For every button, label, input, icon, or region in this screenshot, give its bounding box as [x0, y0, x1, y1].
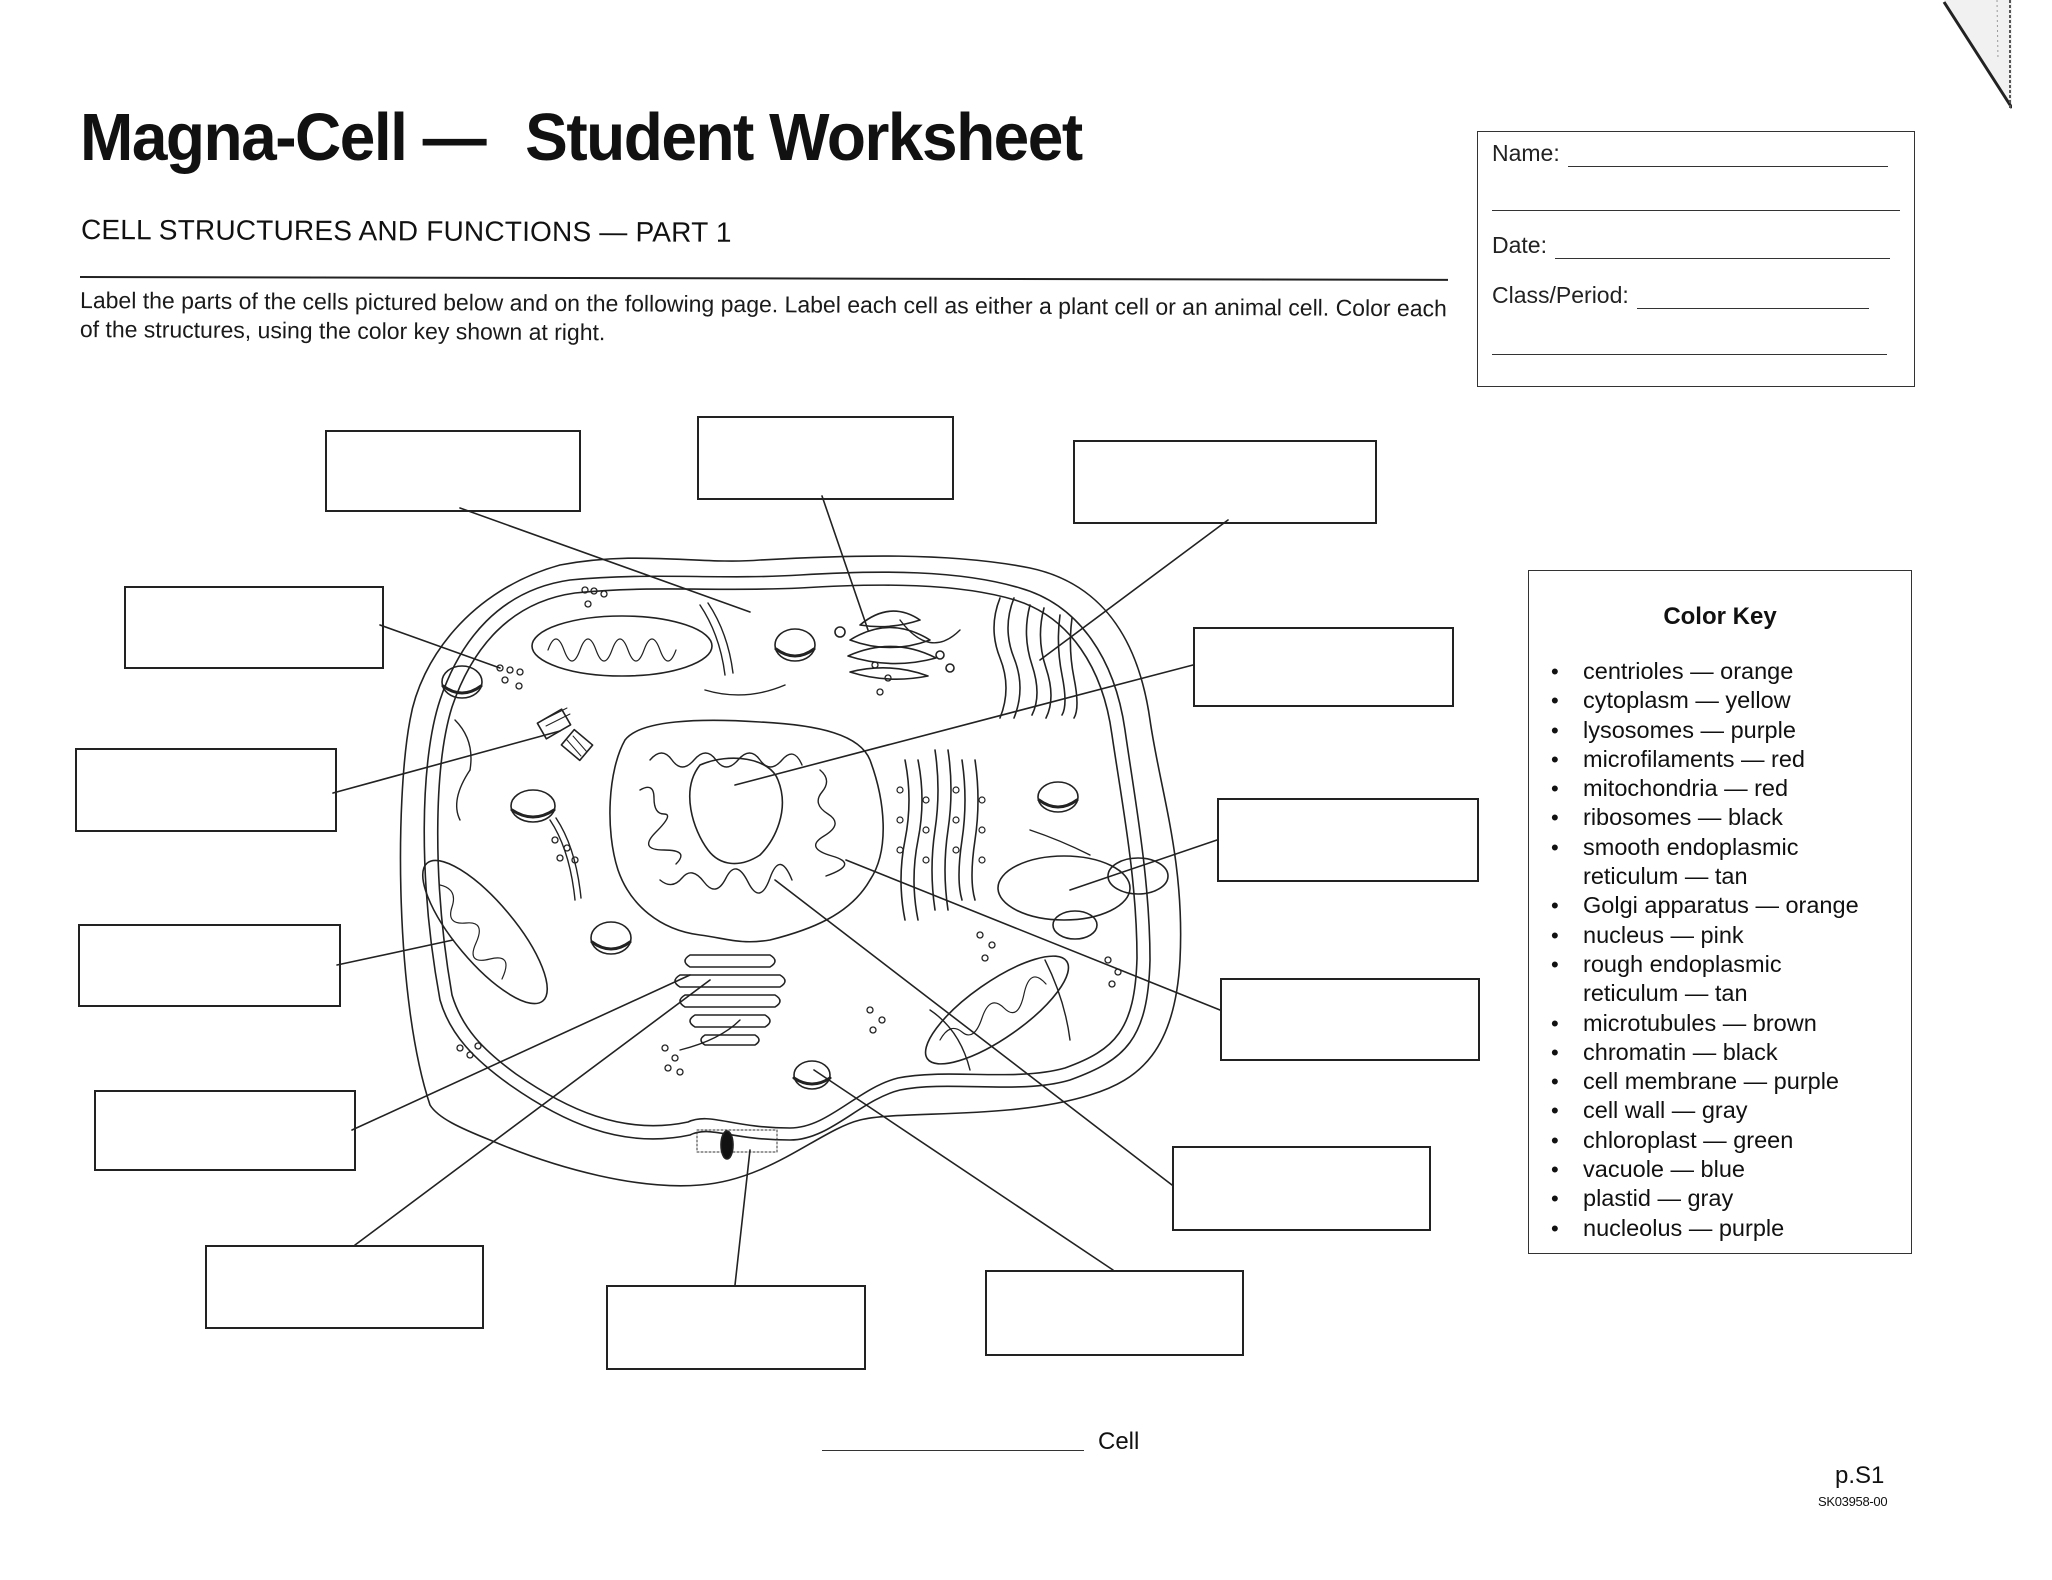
nucleolus[interactable]	[689, 757, 784, 865]
rough-er[interactable]	[896, 749, 986, 921]
microtubules[interactable]	[454, 602, 1091, 1071]
lysosomes[interactable]	[441, 628, 1079, 1090]
label-box-1[interactable]	[325, 430, 581, 512]
label-box-12[interactable]	[205, 1245, 484, 1329]
leader-line	[354, 979, 711, 1246]
leader-line	[379, 624, 501, 669]
cell-membrane[interactable]	[423, 571, 1151, 1141]
label-box-13[interactable]	[606, 1285, 866, 1370]
leader-line	[351, 974, 691, 1131]
label-box-10[interactable]	[94, 1090, 356, 1171]
plastid[interactable]	[997, 855, 1131, 921]
leader-line	[336, 939, 454, 966]
leader-line	[332, 730, 561, 794]
label-box-11[interactable]	[1172, 1146, 1431, 1231]
vacuole[interactable]	[1052, 910, 1098, 940]
cell-type-label: Cell	[1098, 1428, 1140, 1455]
chromatin[interactable]	[639, 752, 846, 894]
label-box-7[interactable]	[1217, 798, 1479, 882]
label-box-5[interactable]	[75, 748, 337, 832]
leader-line	[821, 495, 869, 631]
document-code: SK03958-00	[1818, 1494, 1888, 1509]
leader-line	[1069, 839, 1218, 891]
smooth-er[interactable]	[993, 597, 1078, 719]
mitochondrion[interactable]	[531, 615, 713, 677]
mitochondrion[interactable]	[404, 844, 566, 1020]
label-box-3[interactable]	[1073, 440, 1377, 524]
leader-line	[774, 879, 1173, 1186]
label-box-6[interactable]	[1193, 627, 1454, 707]
vacuole[interactable]	[1107, 857, 1169, 895]
label-box-4[interactable]	[124, 586, 384, 669]
golgi-apparatus[interactable]	[834, 610, 955, 680]
leader-line	[813, 1069, 1114, 1271]
er-stack[interactable]	[674, 954, 786, 1046]
label-box-14[interactable]	[985, 1270, 1244, 1356]
leader-lines	[332, 495, 1229, 1286]
leader-line	[845, 859, 1221, 1011]
label-box-9[interactable]	[1220, 978, 1480, 1061]
page-number: p.S1	[1835, 1462, 1885, 1489]
label-box-2[interactable]	[697, 416, 954, 500]
mitochondrion[interactable]	[911, 938, 1082, 1081]
membrane-protein	[720, 1130, 734, 1160]
cell-outer-outline	[399, 555, 1182, 1187]
leader-line	[734, 1149, 751, 1286]
label-box-8[interactable]	[78, 924, 341, 1007]
membrane-protein-channel	[696, 1129, 778, 1153]
cell-type-field[interactable]	[822, 1450, 1084, 1451]
